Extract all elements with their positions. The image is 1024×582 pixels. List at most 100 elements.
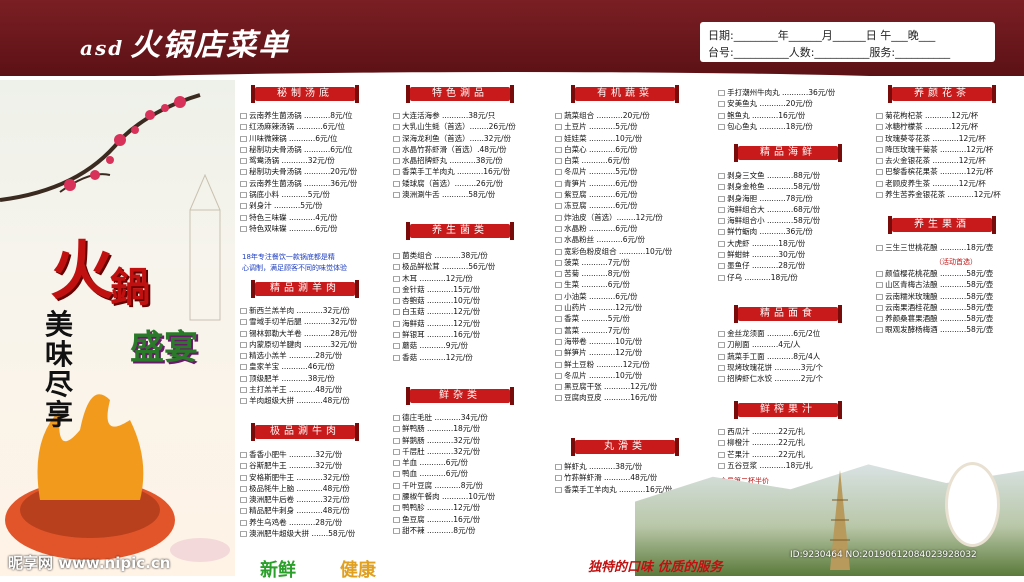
menu-item[interactable]: 海鲜组合大 ...........68元/份 — [718, 204, 868, 215]
menu-item[interactable]: 矮球腐（首选）.........26元/份 — [393, 178, 543, 189]
menu-item[interactable]: 极品鲜松茸 ...........56元/份 — [393, 261, 543, 272]
menu-item[interactable]: 玫瑰葵苓花茶 ...........12元/杯 — [876, 133, 1021, 144]
menu-item[interactable]: 鲜银耳 ...........16元/份 — [393, 329, 543, 340]
menu-item[interactable]: 锡林郭勒大羊卷 ...........28元/份 — [240, 328, 380, 339]
menu-item[interactable]: 山药片 ...........12元/份 — [555, 302, 705, 313]
menu-item[interactable]: 澳洲肥牛超级大拼 .......58元/份 — [240, 528, 380, 539]
menu-item[interactable]: 巴黎香槟花果茶 ...........12元/杯 — [876, 166, 1021, 177]
menu-item[interactable]: 墨鱼仔 ...........28元/份 — [718, 260, 868, 271]
menu-item[interactable]: 谷斯肥牛王 ...........32元/份 — [240, 460, 380, 471]
menu-item[interactable]: 山区青梅古法酿 ...........58元/壶 — [876, 279, 1021, 290]
menu-item[interactable]: 降压玫瑰干菊茶 ...........12元/杯 — [876, 144, 1021, 155]
menu-item[interactable]: 蒿菜 ...........7元/份 — [555, 325, 705, 336]
menu-item[interactable]: 仔乌 ...........18元/份 — [718, 272, 868, 283]
menu-item[interactable]: 菠菜 ...........7元/份 — [555, 257, 705, 268]
menu-item[interactable]: 雪域手切羊后腿 ...........32元/份 — [240, 316, 380, 327]
menu-item[interactable]: 颜值樱花桃花酿 ...........58元/壶 — [876, 268, 1021, 279]
menu-item[interactable]: 宽彩色粉皮组合 ...........10元/份 — [555, 246, 705, 257]
menu-item[interactable]: 香菜手工羊肉丸 ...........16元/份 — [393, 166, 543, 177]
menu-item[interactable]: 海带卷 ...........10元/份 — [555, 336, 705, 347]
menu-item[interactable]: 养生苦荞金银花茶 ...........12元/杯 — [876, 189, 1021, 200]
menu-item[interactable]: 秘制功夫骨汤锅 ...........6元/位 — [240, 144, 380, 155]
menu-item[interactable]: 白菜 ...........6元/份 — [555, 155, 705, 166]
menu-item[interactable]: 皇家羊宝 ...........46元/份 — [240, 361, 380, 372]
menu-item[interactable]: 金针菇 ...........15元/份 — [393, 284, 543, 295]
menu-item[interactable]: 水晶招牌虾丸 ...........38元/份 — [393, 155, 543, 166]
menu-item[interactable]: 小油菜 ...........6元/份 — [555, 291, 705, 302]
menu-item[interactable]: 生菜 ...........6元/份 — [555, 279, 705, 290]
menu-item[interactable]: 土豆片 ...........5元/份 — [555, 121, 705, 132]
menu-item[interactable]: 新西兰羔羊肉 ...........32元/份 — [240, 305, 380, 316]
menu-item[interactable]: 竹荪鲜虾滑 ...........48元/份 — [555, 472, 705, 483]
menu-item[interactable]: 极品牦牛上脑 ...........48元/份 — [240, 483, 380, 494]
menu-item[interactable]: 金丝龙须面 ...........6元/2位 — [718, 328, 868, 339]
menu-item[interactable]: 剁身汁 ...........5元/份 — [240, 200, 380, 211]
menu-item[interactable]: 鲜鹅肠 ...........32元/份 — [393, 435, 543, 446]
menu-item[interactable]: 特色双味碟 ...........6元/份 — [240, 223, 380, 234]
menu-item[interactable]: 菊花枸杞茶 ...........12元/杯 — [876, 110, 1021, 121]
menu-item[interactable]: 三生三世桃花酿 ...........18元/壶 — [876, 242, 1021, 253]
menu-item[interactable]: 德庄毛肚 ...........34元/份 — [393, 412, 543, 423]
menu-item[interactable]: 甜不辣 ...........8元/份 — [393, 525, 543, 536]
menu-item[interactable]: 菌类组合 ...........38元/份 — [393, 250, 543, 261]
menu-item[interactable]: 冬瓜片 ...........5元/份 — [555, 166, 705, 177]
menu-item[interactable]: 冬瓜片 ...........10元/份 — [555, 370, 705, 381]
menu-item[interactable]: 羊血 ...........6元/份 — [393, 457, 543, 468]
menu-item[interactable]: 鲜笋片 ...........12元/份 — [555, 347, 705, 358]
menu-item[interactable]: 刀削面 ...........4元/人 — [718, 339, 868, 350]
menu-item[interactable]: 锅底小料 ...........5元/份 — [240, 189, 380, 200]
menu-item[interactable]: 紫豆腐 ...........6元/份 — [555, 189, 705, 200]
menu-item[interactable]: 黑豆腐干张 ...........12元/份 — [555, 381, 705, 392]
menu-item[interactable]: 手打潮州牛肉丸 ...........36元/份 — [718, 87, 868, 98]
menu-item[interactable]: 杏鲍菇 ...........10元/份 — [393, 295, 543, 306]
menu-item[interactable]: 香菇 ...........12元/份 — [393, 352, 543, 363]
menu-item[interactable]: 西瓜汁 ...........22元/扎 — [718, 426, 868, 437]
menu-item[interactable]: 包心鱼丸 ...........18元/份 — [718, 121, 868, 132]
menu-item[interactable]: 川味微辣锅 ...........6元/位 — [240, 133, 380, 144]
menu-item[interactable]: 腰椒午餐肉 ...........10元/份 — [393, 491, 543, 502]
menu-item[interactable]: 娃娃菜 ...........10元/份 — [555, 133, 705, 144]
menu-item[interactable]: 柳橙汁 ...........22元/扎 — [718, 437, 868, 448]
menu-item[interactable]: 特色三味碟 ...........4元/份 — [240, 212, 380, 223]
menu-item[interactable]: 大乳山生蚝（首选）........26元/份 — [393, 121, 543, 132]
menu-item[interactable]: 眼观发酵杨梅酒 ...........58元/壶 — [876, 324, 1021, 335]
menu-item[interactable]: 鲜鸭肠 ...........18元/份 — [393, 423, 543, 434]
menu-item[interactable]: 大连活海参 ...........38元/只 — [393, 110, 543, 121]
menu-item[interactable]: 水晶粉丝 ...........6元/份 — [555, 234, 705, 245]
menu-item[interactable]: 鸭血 ...........6元/份 — [393, 468, 543, 479]
menu-item[interactable]: 秘制功夫骨汤锅 ...........20元/份 — [240, 166, 380, 177]
menu-item[interactable]: 木耳 ...........12元/份 — [393, 273, 543, 284]
menu-item[interactable]: 鲍鱼丸 ...........16元/份 — [718, 110, 868, 121]
menu-item[interactable]: 豆腐肉豆皮 ...........16元/份 — [555, 392, 705, 403]
menu-item[interactable]: 炸油皮（首选）........12元/份 — [555, 212, 705, 223]
menu-item[interactable]: 白菜心 ...........6元/份 — [555, 144, 705, 155]
menu-item[interactable]: 安格斯肥牛王 ...........32元/份 — [240, 472, 380, 483]
menu-item[interactable]: 鸳鸯汤锅 ...........32元/份 — [240, 155, 380, 166]
menu-item[interactable]: 芒果汁 ...........22元/扎 — [718, 449, 868, 460]
menu-item[interactable]: 精选小羔羊 ...........28元/份 — [240, 350, 380, 361]
menu-item[interactable]: 鲜虾丸 ...........38元/份 — [555, 461, 705, 472]
menu-item[interactable]: 主打羔羊王 ...........48元/份 — [240, 384, 380, 395]
menu-item[interactable]: 冰糖柠檬茶 ...........12元/杯 — [876, 121, 1021, 132]
menu-item[interactable]: 蔬菜组合 ...........20元/份 — [555, 110, 705, 121]
menu-item[interactable]: 鲜土豆粉 ...........12元/份 — [555, 359, 705, 370]
menu-item[interactable]: 养颜桑葚果酒酿 ...........58元/壶 — [876, 313, 1021, 324]
menu-item[interactable]: 安美鱼丸 ...........20元/份 — [718, 98, 868, 109]
menu-item[interactable]: 顶级肥羊 ...........38元/份 — [240, 373, 380, 384]
menu-item[interactable]: 鲜竹蛎肉 ...........36元/份 — [718, 226, 868, 237]
menu-item[interactable]: 千叶豆腐 ...........8元/份 — [393, 480, 543, 491]
menu-item[interactable]: 冻豆腐 ...........6元/份 — [555, 200, 705, 211]
menu-item[interactable]: 海鲜组合小 ...........58元/份 — [718, 215, 868, 226]
menu-item[interactable]: 云南养生菌汤锅 ...........36元/份 — [240, 178, 380, 189]
menu-item[interactable]: 养生乌鸡卷 ...........28元/份 — [240, 517, 380, 528]
menu-item[interactable]: 千层肚 ...........32元/份 — [393, 446, 543, 457]
menu-item[interactable]: 云南糯米玫瑰酿 ...........58元/壶 — [876, 291, 1021, 302]
menu-item[interactable]: 鲜蚶蚌 ...........30元/份 — [718, 249, 868, 260]
menu-item[interactable]: 去火金银花茶 ...........12元/杯 — [876, 155, 1021, 166]
menu-item[interactable]: 香菜 ...........5元/份 — [555, 313, 705, 324]
menu-item[interactable]: 现烤玫瑰花饼 ...........3元/个 — [718, 362, 868, 373]
menu-item[interactable]: 云南果酒桂花酿 ...........58元/壶 — [876, 302, 1021, 313]
menu-item[interactable]: 鱼豆腐 ...........16元/份 — [393, 514, 543, 525]
menu-item[interactable]: 大虎虾 ...........18元/份 — [718, 238, 868, 249]
menu-item[interactable]: 水晶竹荪虾滑（首选）.48元/份 — [393, 144, 543, 155]
